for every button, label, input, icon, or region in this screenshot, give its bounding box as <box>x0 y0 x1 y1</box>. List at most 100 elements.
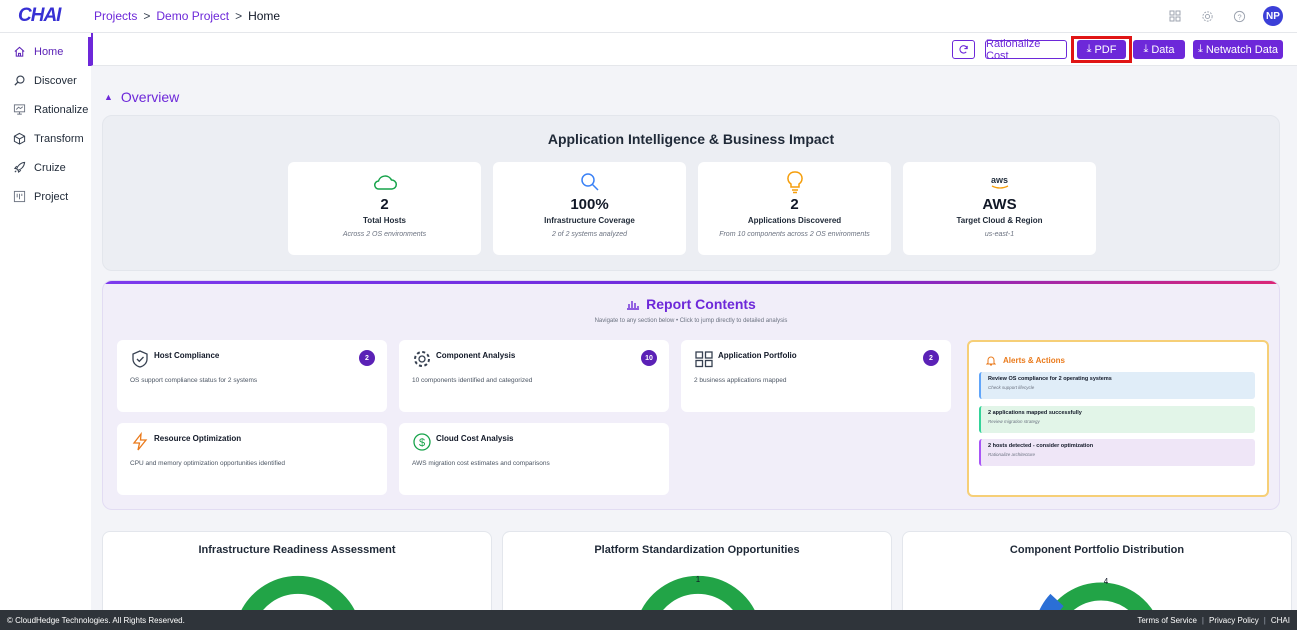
bell-icon <box>986 356 996 366</box>
card-description: CPU and memory optimization opportunitie… <box>130 460 285 467</box>
count-badge: 2 <box>923 350 939 366</box>
alerts-title: Alerts & Actions <box>986 355 1065 366</box>
alerts-panel: Alerts & Actions Review OS compliance fo… <box>967 340 1269 497</box>
board-icon <box>13 190 26 203</box>
sidebar-item-label: Project <box>34 190 69 203</box>
alert-item[interactable]: 2 applications mapped successfully Revie… <box>979 406 1255 433</box>
breadcrumb-separator: > <box>235 9 243 23</box>
grid-icon[interactable] <box>1167 8 1183 24</box>
sidebar-item-cruize[interactable]: Cruize <box>0 153 91 182</box>
sidebar-item-rationalize[interactable]: Rationalize <box>0 95 91 124</box>
netwatch-download-button[interactable]: ⤓ Netwatch Data <box>1193 40 1283 59</box>
stat-subtext: Across 2 OS environments <box>342 231 427 238</box>
cloud-icon <box>373 175 397 190</box>
help-icon[interactable]: ? <box>1231 8 1247 24</box>
sidebar: Home Discover Rationalize Transform Crui… <box>0 33 91 610</box>
breadcrumb-separator: > <box>143 9 151 23</box>
privacy-link[interactable]: Privacy Policy <box>1209 616 1259 625</box>
stat-card-hosts: 2 Total Hosts Across 2 OS environments <box>288 162 481 255</box>
alert-item[interactable]: Review OS compliance for 2 operating sys… <box>979 372 1255 399</box>
refresh-button[interactable] <box>952 40 975 59</box>
rationalize-cost-button[interactable]: Rationalize Cost <box>985 38 1067 62</box>
top-bar: CHAI Projects > Demo Project > Home ? NP <box>0 0 1297 33</box>
netwatch-button-label: Netwatch Data <box>1205 43 1279 56</box>
search-icon <box>14 75 25 86</box>
stat-value: 100% <box>570 196 609 213</box>
card-title: Component Analysis <box>436 351 516 360</box>
breadcrumb-project[interactable]: Demo Project <box>156 9 229 23</box>
card-host-compliance[interactable]: Host Compliance OS support compliance st… <box>117 340 387 412</box>
stat-subtext: From 10 components across 2 OS environme… <box>719 231 870 238</box>
chart-card-component: Component Portfolio Distribution 4 <box>902 531 1292 621</box>
breadcrumb-current: Home <box>248 9 281 23</box>
card-description: AWS migration cost estimates and compari… <box>412 460 550 467</box>
overview-panel: Application Intelligence & Business Impa… <box>102 115 1280 271</box>
card-cloud-cost-analysis[interactable]: $ Cloud Cost Analysis AWS migration cost… <box>399 423 669 495</box>
card-title: Cloud Cost Analysis <box>436 434 514 443</box>
dollar-icon: $ <box>413 433 431 451</box>
sidebar-item-project[interactable]: Project <box>0 182 91 211</box>
svg-text:?: ? <box>1237 12 1241 21</box>
donut-label: 1 <box>696 575 701 584</box>
overview-title: Application Intelligence & Business Impa… <box>547 131 835 147</box>
donut-chart <box>237 575 359 620</box>
lightbulb-icon <box>786 171 803 194</box>
report-contents-panel: Report Contents Navigate to any section … <box>102 280 1280 510</box>
terms-link[interactable]: Terms of Service <box>1137 616 1197 625</box>
stat-subtext: us-east-1 <box>984 231 1015 238</box>
refresh-icon <box>959 45 968 54</box>
alert-title: Review OS compliance for 2 operating sys… <box>988 376 1112 382</box>
stat-card-applications: 2 Applications Discovered From 10 compon… <box>698 162 891 255</box>
chart-card-platform: Platform Standardization Opportunities 1 <box>502 531 892 621</box>
aws-logo: aws <box>903 170 1096 194</box>
gear-icon[interactable] <box>1199 8 1215 24</box>
alert-subtitle: Review migration strategy <box>988 419 1040 424</box>
overview-toggle[interactable]: ▲ Overview <box>104 89 179 105</box>
card-title: Application Portfolio <box>718 351 797 360</box>
card-description: OS support compliance status for 2 syste… <box>130 377 258 384</box>
alert-subtitle: Check support lifecycle <box>988 385 1035 390</box>
lightning-icon <box>132 432 148 451</box>
sidebar-item-home[interactable]: Home <box>0 37 91 66</box>
sidebar-item-discover[interactable]: Discover <box>0 66 91 95</box>
card-component-analysis[interactable]: Component Analysis 10 components identif… <box>399 340 669 412</box>
stat-label: Target Cloud & Region <box>956 216 1043 225</box>
stat-value: 2 <box>790 196 799 213</box>
app-logo[interactable]: CHAI <box>0 5 90 27</box>
stat-label: Infrastructure Coverage <box>544 216 635 225</box>
svg-text:$: $ <box>419 437 425 449</box>
highlight-box <box>1071 36 1132 63</box>
accent-line <box>103 281 1279 284</box>
card-resource-optimization[interactable]: Resource Optimization CPU and memory opt… <box>117 423 387 495</box>
caret-up-icon: ▲ <box>104 92 113 102</box>
avatar[interactable]: NP <box>1263 6 1283 26</box>
sidebar-item-label: Rationalize <box>34 103 89 116</box>
report-contents-subtitle: Navigate to any section below • Click to… <box>594 318 788 324</box>
home-icon <box>14 46 25 57</box>
footer-brand: CHAI <box>1270 615 1290 625</box>
stat-subtext: 2 of 2 systems analyzed <box>551 231 628 238</box>
donut-chart: 1 <box>637 575 759 620</box>
action-bar: Rationalize Cost ⤓ PDF ⤓ Data ⤓ Netwatch… <box>91 33 1297 66</box>
breadcrumb: Projects > Demo Project > Home <box>94 9 280 23</box>
alert-item[interactable]: 2 hosts detected - consider optimization… <box>979 439 1255 466</box>
alert-subtitle: Rationalize architecture <box>988 452 1036 457</box>
card-application-portfolio[interactable]: Application Portfolio 2 business applica… <box>681 340 951 412</box>
overview-label: Overview <box>120 89 180 105</box>
card-description: 10 components identified and categorized <box>412 377 533 384</box>
stat-value: AWS <box>982 196 1017 213</box>
count-badge: 2 <box>359 350 375 366</box>
search-icon <box>580 173 599 191</box>
alert-title: 2 hosts detected - consider optimization <box>988 443 1094 449</box>
chart-card-readiness: Infrastructure Readiness Assessment <box>102 531 492 621</box>
stat-value: 2 <box>380 196 389 213</box>
alert-title: 2 applications mapped successfully <box>988 410 1082 416</box>
grid-icon <box>695 351 713 368</box>
data-download-button[interactable]: ⤓ Data <box>1133 40 1185 59</box>
breadcrumb-projects[interactable]: Projects <box>94 9 137 23</box>
sidebar-item-label: Home <box>34 45 64 58</box>
download-icon: ⤓ <box>1197 43 1203 55</box>
card-title: Resource Optimization <box>154 434 242 443</box>
cube-icon <box>13 132 26 145</box>
sidebar-item-transform[interactable]: Transform <box>0 124 91 153</box>
